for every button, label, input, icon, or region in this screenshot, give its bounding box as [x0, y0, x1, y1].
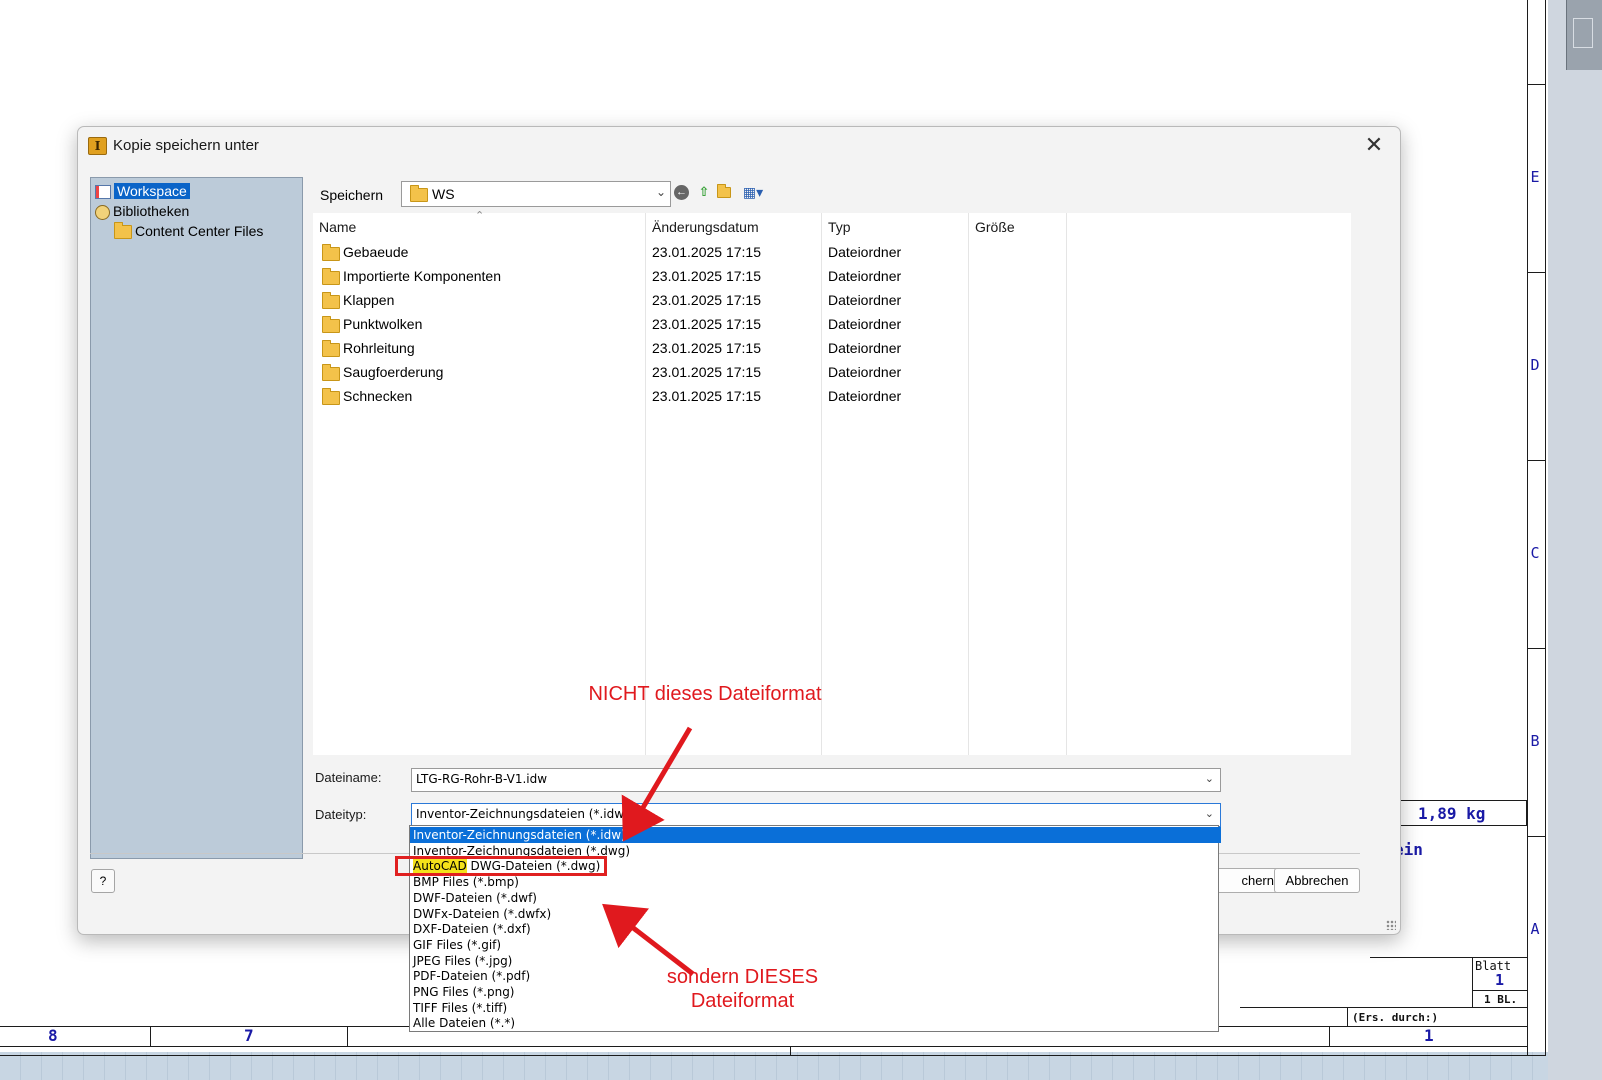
- arrow-not-this: [621, 726, 693, 842]
- arrow-but-this: [602, 903, 695, 976]
- annotation-arrows: [602, 726, 695, 976]
